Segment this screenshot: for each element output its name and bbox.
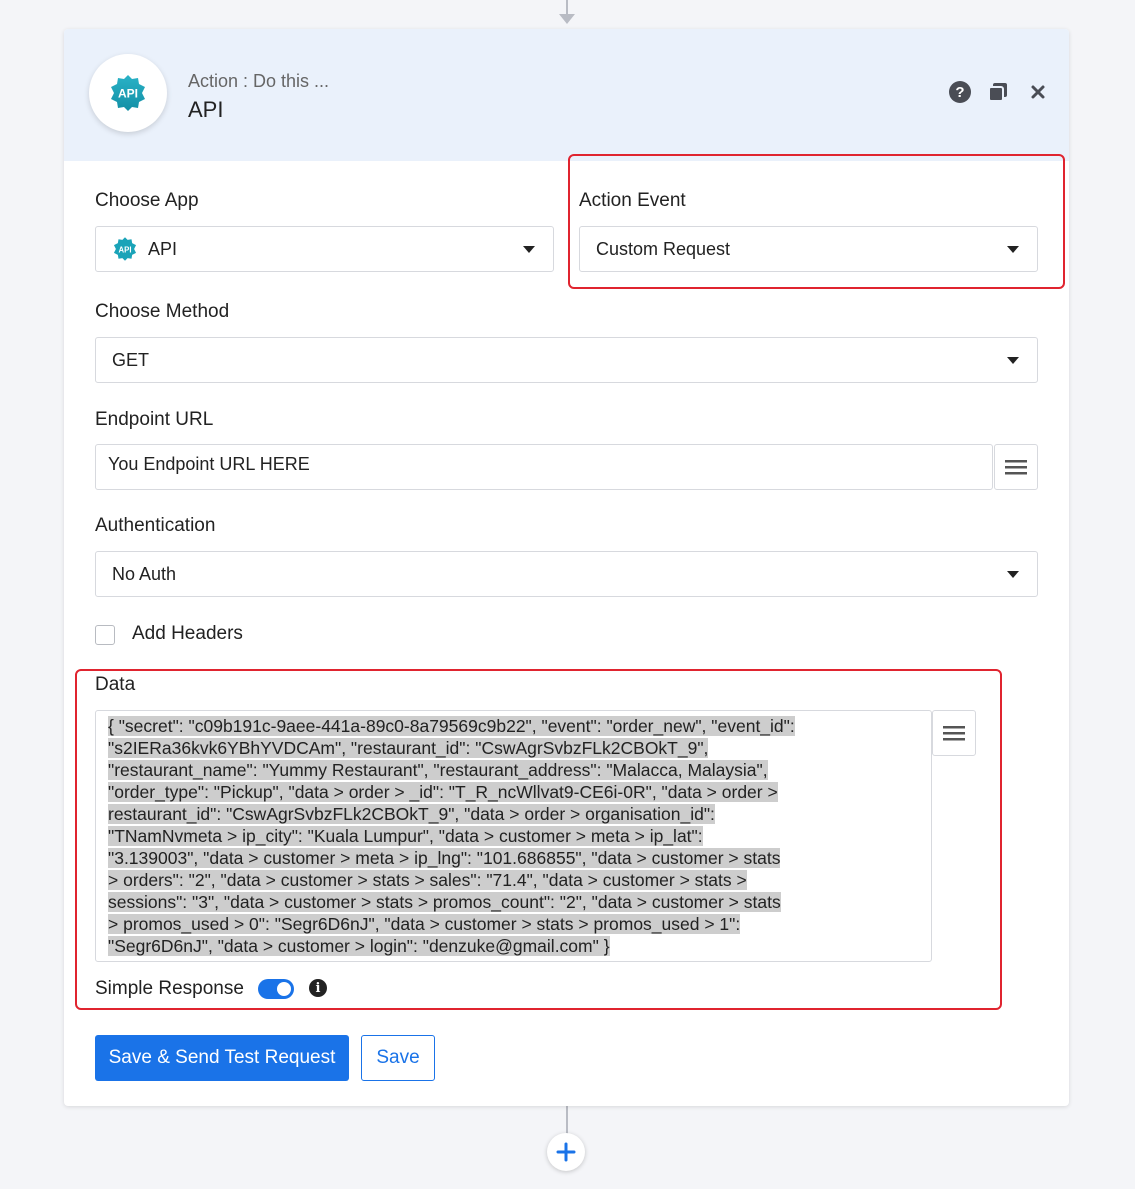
data-textarea[interactable]: { "secret": "c09b191c-9aee-441a-89c0-8a7… xyxy=(95,710,932,962)
connector-arrow-icon xyxy=(559,14,575,24)
step-title: API xyxy=(188,97,224,122)
copy-icon[interactable] xyxy=(986,80,1010,104)
api-app-icon: API xyxy=(113,237,137,261)
endpoint-url-input[interactable]: You Endpoint URL HERE xyxy=(95,444,993,490)
data-label: Data xyxy=(95,674,136,695)
toggle-knob xyxy=(277,982,291,996)
endpoint-url-label: Endpoint URL xyxy=(95,409,214,430)
save-button[interactable]: Save xyxy=(361,1035,435,1081)
data-line-text: > orders": "2", "data > customer > stats… xyxy=(108,870,747,890)
data-line-text: "3.139003", "data > customer > meta > ip… xyxy=(108,848,781,868)
choose-app-select[interactable]: API API xyxy=(95,226,554,272)
data-line-text: "restaurant_name": "Yummy Restaurant", "… xyxy=(108,760,768,780)
chevron-down-icon xyxy=(1007,357,1019,364)
data-line-text: > promos_used > 0": "Segr6D6nJ", "data >… xyxy=(108,914,741,934)
app-logo: API xyxy=(89,54,167,132)
svg-text:?: ? xyxy=(955,84,964,101)
data-line: "order_type": "Pickup", "data > order > … xyxy=(108,781,919,803)
data-line: restaurant_id": "CswAgrSvbzFLk2CBOkT_9",… xyxy=(108,803,919,825)
close-icon[interactable] xyxy=(1026,80,1050,104)
add-headers-label[interactable]: Add Headers xyxy=(132,623,243,645)
add-step-button[interactable] xyxy=(547,1133,585,1171)
data-line: "s2IERa36kvk6YBhYVDCAm", "restaurant_id"… xyxy=(108,737,919,759)
authentication-value: No Auth xyxy=(112,563,177,584)
authentication-label: Authentication xyxy=(95,515,216,536)
chevron-down-icon xyxy=(523,246,535,253)
choose-method-value: GET xyxy=(112,349,150,370)
data-line: > promos_used > 0": "Segr6D6nJ", "data >… xyxy=(108,913,919,935)
simple-response-toggle[interactable] xyxy=(258,979,294,999)
data-line-text: "order_type": "Pickup", "data > order > … xyxy=(108,782,778,802)
info-icon[interactable]: i xyxy=(309,979,327,997)
data-line: "TNamNvmeta > ip_city": "Kuala Lumpur", … xyxy=(108,825,919,847)
data-line: "restaurant_name": "Yummy Restaurant", "… xyxy=(108,759,919,781)
endpoint-menu-button[interactable] xyxy=(994,444,1038,490)
choose-method-select[interactable]: GET xyxy=(95,337,1038,383)
endpoint-url-value: You Endpoint URL HERE xyxy=(108,454,310,474)
step-subtitle: Action : Do this ... xyxy=(188,71,330,91)
card-header: API Action : Do this ... API ? xyxy=(64,29,1069,161)
hamburger-icon xyxy=(1005,460,1027,475)
action-event-label: Action Event xyxy=(579,190,686,211)
data-line-text: { "secret": "c09b191c-9aee-441a-89c0-8a7… xyxy=(108,716,795,736)
data-line-text: "s2IERa36kvk6YBhYVDCAm", "restaurant_id"… xyxy=(108,738,709,758)
chevron-down-icon xyxy=(1007,246,1019,253)
action-event-select[interactable]: Custom Request xyxy=(579,226,1038,272)
simple-response-label: Simple Response xyxy=(95,978,244,999)
data-line: > orders": "2", "data > customer > stats… xyxy=(108,869,919,891)
data-line: { "secret": "c09b191c-9aee-441a-89c0-8a7… xyxy=(108,715,919,737)
chevron-down-icon xyxy=(1007,571,1019,578)
data-line-text: "TNamNvmeta > ip_city": "Kuala Lumpur", … xyxy=(108,826,703,846)
choose-method-label: Choose Method xyxy=(95,301,230,322)
api-gear-icon: API xyxy=(111,75,145,111)
hamburger-icon xyxy=(943,726,965,741)
save-send-test-button[interactable]: Save & Send Test Request xyxy=(95,1035,349,1081)
connector-line-bottom xyxy=(566,1106,568,1134)
action-step-card: API Action : Do this ... API ? Choose Ap… xyxy=(64,29,1069,1106)
action-event-value: Custom Request xyxy=(596,238,731,259)
authentication-select[interactable]: No Auth xyxy=(95,551,1038,597)
choose-app-value: API xyxy=(148,238,178,259)
choose-app-label: Choose App xyxy=(95,190,199,211)
data-line: sessions": "3", "data > customer > stats… xyxy=(108,891,919,913)
add-headers-checkbox[interactable] xyxy=(95,625,115,645)
data-line-text: restaurant_id": "CswAgrSvbzFLk2CBOkT_9",… xyxy=(108,804,715,824)
data-line: "Segr6D6nJ", "data > customer > login": … xyxy=(108,935,919,957)
data-text: { "secret": "c09b191c-9aee-441a-89c0-8a7… xyxy=(108,715,919,957)
data-line-text: sessions": "3", "data > customer > stats… xyxy=(108,892,781,912)
api-app-icon-text: API xyxy=(119,245,132,254)
data-line-text: "Segr6D6nJ", "data > customer > login": … xyxy=(108,936,610,956)
api-logo-text: API xyxy=(118,87,138,101)
help-icon[interactable]: ? xyxy=(948,80,972,104)
data-line: "3.139003", "data > customer > meta > ip… xyxy=(108,847,919,869)
plus-icon xyxy=(556,1142,576,1162)
data-menu-button[interactable] xyxy=(932,710,976,756)
